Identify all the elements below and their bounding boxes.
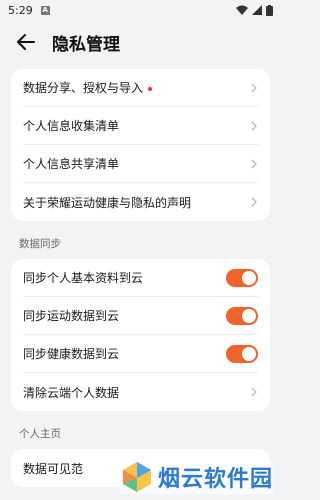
list-item-data-sharing[interactable]: 数据分享、授权与导入: [23, 69, 258, 107]
list-item-label-wrap: 数据分享、授权与导入: [23, 79, 250, 96]
page-title: 隐私管理: [52, 34, 120, 55]
watermark-text: 烟云软件园: [157, 467, 273, 492]
list-item-label: 数据分享、授权与导入: [23, 81, 144, 95]
list-item-label: 同步个人基本资料到云: [23, 271, 144, 285]
list-item-label: 清除云端个人数据: [23, 385, 120, 400]
chevron-right-icon: [251, 121, 257, 130]
watermark: 烟云软件园: [119, 460, 273, 494]
list-item-label: 关于荣耀运动健康与隐私的声明: [23, 195, 192, 210]
header: 隐私管理: [0, 20, 281, 64]
chevron-right-icon: [251, 159, 257, 168]
sync-card: 同步个人基本资料到云 同步运动数据到云 同步健康数据到云 清除云端个人数据: [11, 259, 270, 411]
chevron-right-icon: [251, 197, 257, 207]
sync-profile-toggle[interactable]: [226, 268, 258, 287]
sync-health-toggle[interactable]: [226, 344, 258, 363]
list-item-clear-cloud-data[interactable]: 清除云端个人数据: [23, 373, 258, 411]
back-arrow-icon[interactable]: [14, 30, 38, 54]
toggle-knob: [242, 308, 256, 323]
privacy-card: 数据分享、授权与导入 个人信息收集清单 个人信息共享清单 关于荣耀运动健康与隐私…: [11, 69, 270, 221]
status-icons: [236, 4, 273, 16]
list-item-sync-profile: 同步个人基本资料到云: [23, 259, 258, 297]
list-item-sharing-list[interactable]: 个人信息共享清单: [23, 145, 258, 183]
battery-icon: [266, 4, 273, 16]
new-badge-dot: [148, 86, 153, 91]
toggle-knob: [242, 346, 256, 361]
section-title-profile: 个人主页: [19, 427, 61, 440]
wifi-icon: [236, 5, 248, 15]
toggle-knob: [242, 270, 256, 285]
section-title-data-sync: 数据同步: [19, 237, 61, 250]
list-item-sync-exercise: 同步运动数据到云: [23, 297, 258, 335]
list-item-sync-health: 同步健康数据到云: [23, 335, 258, 373]
chevron-right-icon: [251, 83, 257, 92]
list-item-label: 个人信息共享清单: [23, 157, 120, 171]
notification-icon: A: [40, 5, 50, 15]
list-item-label: 同步运动数据到云: [23, 309, 120, 323]
list-item-label: 同步健康数据到云: [23, 347, 120, 361]
status-bar: 5:29 A: [0, 0, 281, 20]
status-time: 5:29: [8, 3, 33, 17]
list-item-privacy-statement[interactable]: 关于荣耀运动健康与隐私的声明: [23, 183, 258, 221]
list-item-label: 个人信息收集清单: [23, 119, 120, 133]
list-item-collection-list[interactable]: 个人信息收集清单: [23, 107, 258, 145]
chevron-right-icon: [251, 387, 257, 397]
signal-icon: [252, 5, 262, 15]
sync-exercise-toggle[interactable]: [226, 306, 258, 325]
watermark-logo-icon: [122, 462, 151, 492]
